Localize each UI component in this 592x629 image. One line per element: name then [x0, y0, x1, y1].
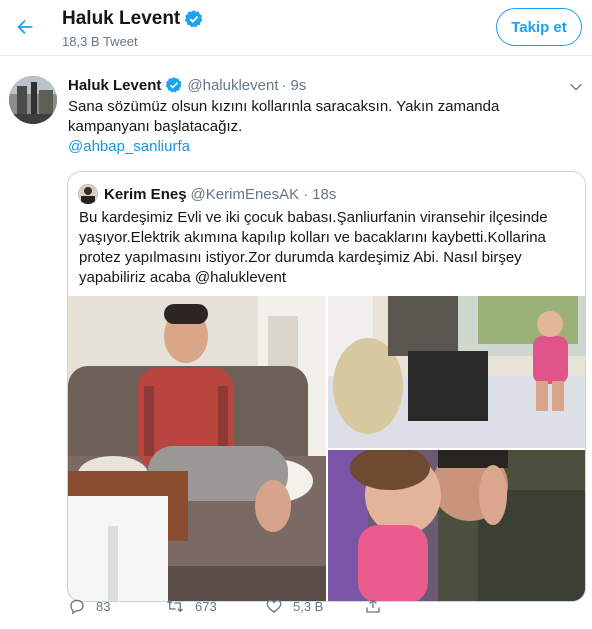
retweet-count: 673	[195, 598, 217, 614]
author-name[interactable]: Haluk Levent	[68, 77, 161, 94]
like-count: 5,3 B	[293, 598, 324, 614]
heart-icon	[266, 599, 282, 613]
author-handle[interactable]: @haluklevent	[187, 77, 278, 94]
quote-header: Kerim Eneş @KerimEnesAK · 18s	[78, 184, 336, 204]
verified-badge-icon	[166, 77, 182, 93]
share-icon	[366, 599, 380, 613]
quote-text: Bu kardeşimiz Evli ve iki çocuk babası.Ş…	[79, 209, 548, 286]
separator-dot: ·	[281, 76, 287, 94]
tweet-actions: 83 673 5,3 B	[68, 597, 488, 627]
tweet-header: Haluk Levent @haluklevent · 9s	[68, 76, 582, 94]
reply-icon	[70, 599, 84, 615]
quote-avatar	[78, 184, 98, 204]
mention-link[interactable]: @ahbap_sanliurfa	[68, 137, 583, 157]
tweet-timestamp[interactable]: 9s	[291, 77, 307, 94]
tweet-body: Sana sözümüz olsun kızını kollarınla sar…	[68, 98, 500, 135]
tweet-count: 18,3 B Tweet	[62, 34, 138, 49]
media-grid	[68, 296, 585, 601]
follow-button[interactable]: Takip et	[496, 8, 582, 46]
avatar-image	[9, 76, 57, 124]
avatar[interactable]	[9, 76, 57, 124]
like-button[interactable]: 5,3 B	[265, 597, 323, 615]
verified-badge-icon	[185, 10, 203, 28]
profile-header: Haluk Levent 18,3 B Tweet Takip et	[0, 0, 592, 56]
retweet-icon	[167, 599, 183, 613]
photo-girl-kissing-father[interactable]	[328, 450, 585, 601]
share-button[interactable]	[364, 597, 392, 615]
retweet-button[interactable]: 673	[165, 597, 217, 615]
reply-button[interactable]: 83	[68, 597, 110, 615]
quote-timestamp: 18s	[312, 185, 337, 203]
header-title-row: Haluk Levent	[62, 8, 204, 30]
photo-girl-on-bed[interactable]	[328, 296, 585, 448]
quote-avatar-image	[78, 184, 98, 204]
tweet[interactable]: Haluk Levent @haluklevent · 9s Sana sözü…	[0, 57, 592, 629]
back-button[interactable]	[8, 10, 42, 44]
quote-author-name: Kerim Eneş	[104, 185, 187, 203]
quoted-tweet[interactable]: Kerim Eneş @KerimEnesAK · 18s Bu kardeşi…	[67, 171, 586, 602]
chevron-down-icon	[570, 83, 582, 91]
quote-author-handle: @KerimEnesAK	[190, 185, 300, 203]
separator-dot: ·	[303, 185, 309, 203]
tweet-text: Sana sözümüz olsun kızını kollarınla sar…	[68, 97, 583, 157]
arrow-left-icon	[17, 19, 33, 35]
reply-count: 83	[96, 598, 111, 614]
photo-man-on-sofa[interactable]	[68, 296, 326, 601]
header-name: Haluk Levent	[62, 8, 181, 29]
